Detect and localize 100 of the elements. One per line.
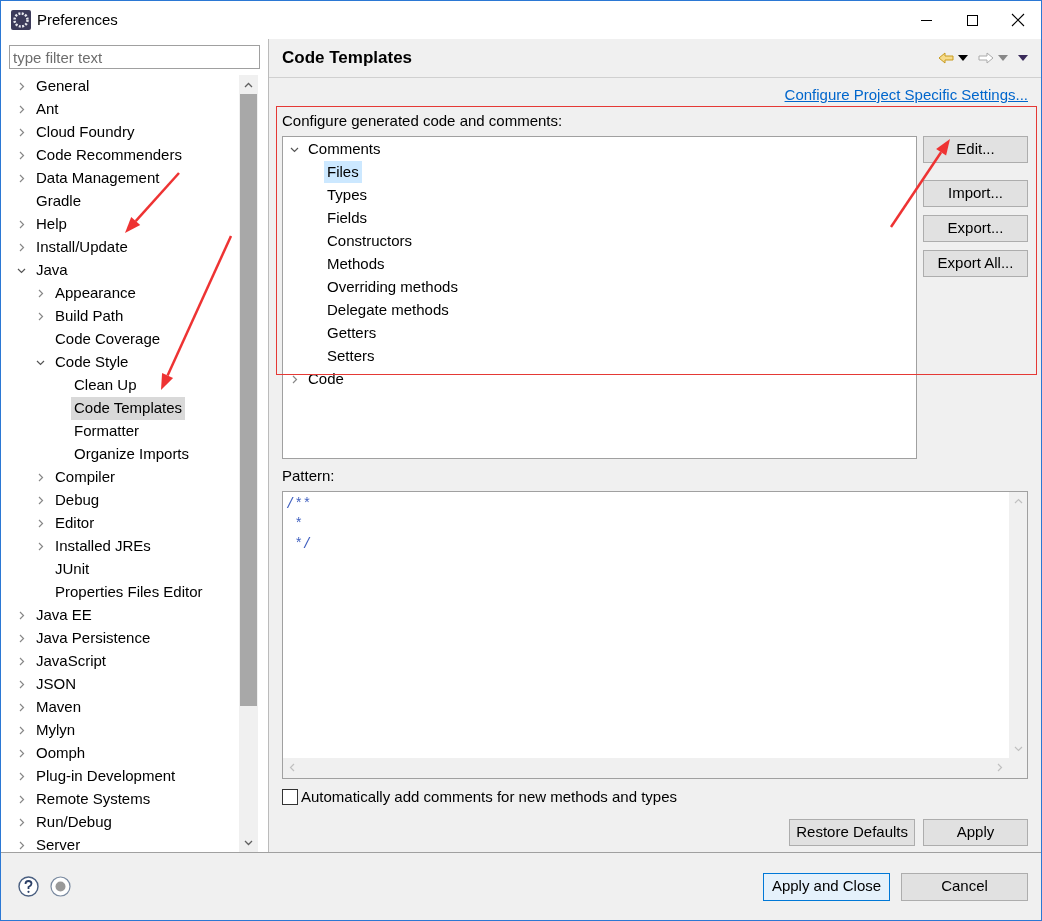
tree-item[interactable]: Clean Up xyxy=(71,374,140,397)
scrollbar-thumb[interactable] xyxy=(240,94,257,706)
chevron-right-icon[interactable] xyxy=(17,634,26,643)
dialog-button[interactable]: Restore Defaults xyxy=(789,819,915,847)
chevron-up-icon[interactable] xyxy=(244,81,253,88)
tree-item[interactable]: Code Coverage xyxy=(52,328,164,351)
chevron-right-icon[interactable] xyxy=(17,772,26,781)
scrollbar[interactable] xyxy=(239,75,258,852)
tree-item[interactable]: Comments xyxy=(306,138,383,161)
tree-item[interactable]: Fields xyxy=(324,207,370,230)
chevron-right-icon[interactable] xyxy=(17,841,26,850)
tree-item[interactable]: Compiler xyxy=(52,466,118,489)
dialog-button[interactable]: Export... xyxy=(923,214,1028,242)
chevron-right-icon[interactable] xyxy=(17,611,26,620)
gear-icon xyxy=(11,10,31,30)
chevron-right-icon[interactable] xyxy=(17,749,26,758)
tree-item[interactable]: Cloud Foundry xyxy=(33,121,138,144)
checkbox-label: Automatically add comments for new methods and types xyxy=(301,786,678,807)
chevron-right-icon[interactable] xyxy=(290,374,299,384)
tree-item[interactable]: Build Path xyxy=(52,305,127,328)
tree-item[interactable]: Editor xyxy=(52,512,98,535)
dialog-button[interactable]: Cancel xyxy=(901,872,1028,901)
tree-item[interactable]: Overriding methods xyxy=(324,276,461,299)
tree-item[interactable]: Methods xyxy=(324,253,388,276)
tree-item[interactable]: Java EE xyxy=(33,604,95,627)
tree-item[interactable]: Constructors xyxy=(324,230,416,253)
chevron-right-icon[interactable] xyxy=(17,220,26,229)
tree-item[interactable]: Maven xyxy=(33,696,85,719)
chevron-right-icon[interactable] xyxy=(17,174,26,183)
pattern-label: Pattern: xyxy=(282,465,336,486)
tree-item[interactable]: Delegate methods xyxy=(324,299,452,322)
chevron-right-icon[interactable] xyxy=(36,519,45,528)
chevron-right-icon[interactable] xyxy=(36,289,45,298)
tree-item[interactable]: Getters xyxy=(324,322,380,345)
chevron-right-icon[interactable] xyxy=(17,105,26,114)
tree-item[interactable]: Ant xyxy=(33,98,62,121)
tree-item[interactable]: Gradle xyxy=(33,190,85,213)
filter-field[interactable]: type filter text xyxy=(9,45,260,69)
dialog-button[interactable]: Apply xyxy=(923,819,1028,847)
tree-item[interactable]: Properties Files Editor xyxy=(52,581,206,604)
chevron-down-icon[interactable] xyxy=(17,266,26,275)
chevron-right-icon[interactable] xyxy=(17,703,26,712)
tree-item[interactable]: JSON xyxy=(33,673,79,696)
tree-item[interactable]: Java xyxy=(33,259,71,282)
tree-item[interactable]: Mylyn xyxy=(33,719,79,742)
tree-item[interactable]: Install/Update xyxy=(33,236,131,259)
dialog-button[interactable]: Apply and Close xyxy=(763,872,890,901)
chevron-down-icon[interactable] xyxy=(36,358,45,367)
tree-item[interactable]: Remote Systems xyxy=(33,788,154,811)
code-line: /** xyxy=(286,495,312,515)
chevron-right-icon[interactable] xyxy=(17,243,26,252)
dropdown-icon[interactable] xyxy=(958,54,968,61)
tree-item[interactable]: Types xyxy=(324,184,371,207)
code-line: */ xyxy=(293,535,312,555)
chevron-down-icon[interactable] xyxy=(244,840,253,846)
tree-item[interactable]: Code Templates xyxy=(71,397,186,420)
tree-item[interactable]: Java Persistence xyxy=(33,627,154,650)
chevron-right-icon[interactable] xyxy=(36,312,45,321)
chevron-right-icon[interactable] xyxy=(17,657,26,666)
intro-text: Configure generated code and comments: xyxy=(282,111,564,132)
chevron-right-icon[interactable] xyxy=(17,128,26,137)
tree-item[interactable]: Code Recommenders xyxy=(33,144,185,167)
record-icon[interactable] xyxy=(50,876,71,897)
chevron-right-icon[interactable] xyxy=(17,82,26,91)
tree-item[interactable]: General xyxy=(33,75,93,98)
tree-item[interactable]: Server xyxy=(33,834,84,852)
tree-item[interactable]: JavaScript xyxy=(33,650,110,673)
chevron-right-icon[interactable] xyxy=(17,795,26,804)
tree-item[interactable]: Run/Debug xyxy=(33,811,115,834)
tree-item[interactable]: Formatter xyxy=(71,420,142,443)
tree-item[interactable]: Plug-in Development xyxy=(33,765,179,788)
tree-item[interactable]: Debug xyxy=(52,489,103,512)
tree-item[interactable]: Oomph xyxy=(33,742,89,765)
help-icon[interactable] xyxy=(18,876,39,897)
chevron-right-icon[interactable] xyxy=(17,726,26,735)
forward-arrow-icon[interactable] xyxy=(978,51,994,64)
tree-item[interactable]: Help xyxy=(33,213,70,236)
tree-item[interactable]: Appearance xyxy=(52,282,139,305)
tree-item[interactable]: Data Management xyxy=(33,167,163,190)
page-title: Code Templates xyxy=(282,47,413,70)
chevron-right-icon[interactable] xyxy=(36,542,45,551)
chevron-right-icon[interactable] xyxy=(17,151,26,160)
dialog-button[interactable]: Edit... xyxy=(923,135,1028,163)
tree-item[interactable]: JUnit xyxy=(52,558,93,581)
project-settings-link[interactable]: Configure Project Specific Settings... xyxy=(784,83,1028,107)
chevron-right-icon[interactable] xyxy=(36,473,45,482)
tree-item[interactable]: Installed JREs xyxy=(52,535,154,558)
chevron-right-icon[interactable] xyxy=(36,496,45,505)
tree-item[interactable]: Files xyxy=(324,161,362,184)
menu-icon[interactable] xyxy=(1018,54,1028,61)
window-title: Preferences xyxy=(37,9,118,30)
dialog-button[interactable]: Export All... xyxy=(923,249,1028,277)
checkbox[interactable] xyxy=(282,788,298,805)
chevron-right-icon[interactable] xyxy=(17,818,26,827)
code-line: * xyxy=(293,515,303,535)
dialog-button[interactable]: Import... xyxy=(923,179,1028,207)
tree-item[interactable]: Setters xyxy=(324,345,378,368)
tree-item[interactable]: Organize Imports xyxy=(71,443,193,466)
chevron-right-icon[interactable] xyxy=(17,680,26,689)
tree-item[interactable]: Code Style xyxy=(52,351,132,374)
